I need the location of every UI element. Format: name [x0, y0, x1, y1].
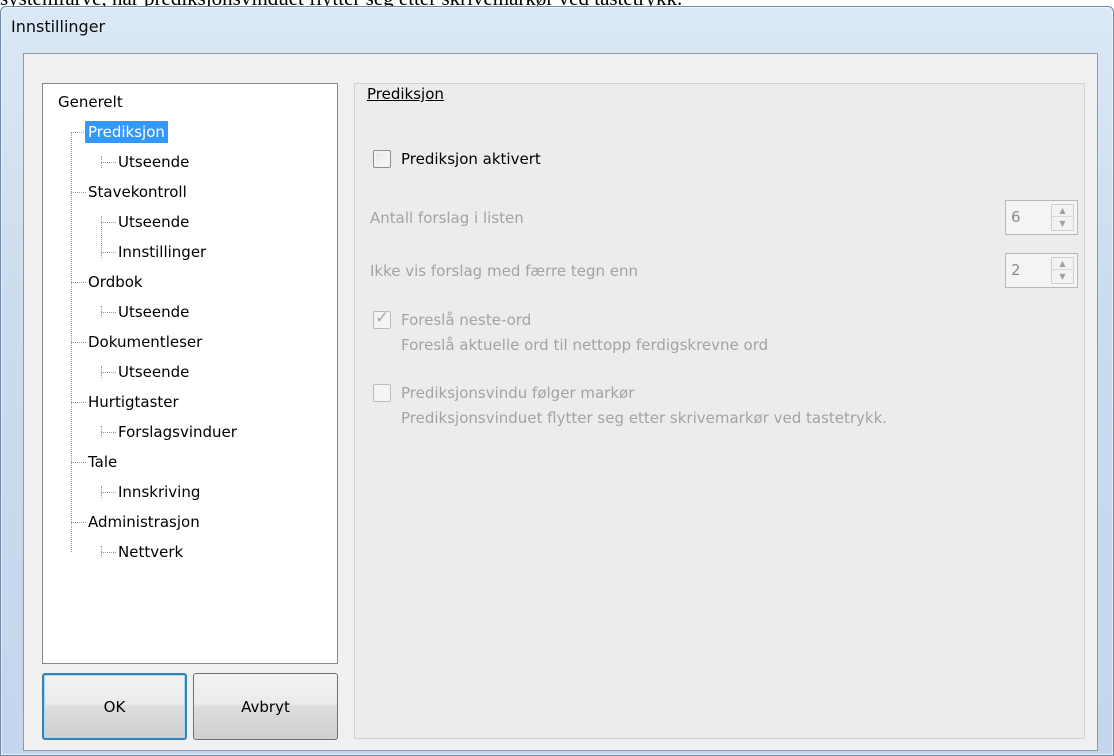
follow-cursor-description: Prediksjonsvinduet flytter seg etter skr… [401, 409, 888, 427]
prediction-enabled-checkbox[interactable] [373, 150, 391, 168]
prediction-enabled-label: Prediksjon aktivert [401, 150, 541, 168]
tree-item-forslagsvinduer[interactable]: Forslagsvinduer [115, 420, 240, 444]
tree-connector-line [101, 552, 116, 553]
tree-connector-line [101, 312, 116, 313]
tree-item-label: Innstillinger [118, 243, 207, 261]
tree-item-label: Stavekontroll [88, 183, 187, 201]
cancel-button-label: Avbryt [241, 697, 290, 716]
prediction-settings-panel: Prediksjon Prediksjon aktivert Antall fo… [354, 83, 1085, 739]
settings-dialog: Innstillinger Generelt Prediksjon Utseen… [0, 6, 1114, 756]
tree-item-stavekontroll[interactable]: Stavekontroll [85, 180, 190, 204]
min-chars-value: 2 [1011, 261, 1021, 279]
tree-connector-line [71, 132, 86, 133]
tree-item-nettverk[interactable]: Nettverk [115, 540, 186, 564]
tree-item-label: Hurtigtaster [88, 393, 179, 411]
follow-cursor-label: Prediksjonsvindu følger markør [401, 384, 635, 402]
spin-down-icon[interactable]: ▼ [1052, 218, 1073, 230]
tree-item-label: Dokumentleser [88, 333, 203, 351]
tree-item-prediksjon-utseende[interactable]: Utseende [115, 150, 192, 174]
next-word-description: Foreslå aktuelle ord til nettopp ferdigs… [401, 336, 769, 354]
tree-item-label: Prediksjon [85, 121, 168, 143]
spin-up-icon[interactable]: ▲ [1052, 258, 1073, 270]
tree-connector-line [101, 162, 116, 163]
next-word-label: Foreslå neste-ord [401, 311, 532, 329]
tree-item-dokumentleser[interactable]: Dokumentleser [85, 330, 205, 354]
tree-item-prediksjon[interactable]: Prediksjon [85, 120, 168, 144]
ok-button[interactable]: OK [42, 673, 187, 740]
min-chars-label: Ikke vis forslag med færre tegn enn [370, 262, 639, 280]
tree-connector-line [101, 432, 116, 433]
settings-tree[interactable]: Generelt Prediksjon Utseende Stavekontro… [42, 83, 338, 664]
suggestion-count-spinner[interactable]: 6 ▲ ▼ [1005, 200, 1078, 235]
section-title: Prediksjon [367, 85, 444, 103]
tree-item-label: Ordbok [88, 273, 143, 291]
tree-connector-line [71, 342, 86, 343]
tree-connector-line [71, 192, 86, 193]
tree-item-stavekontroll-utseende[interactable]: Utseende [115, 210, 192, 234]
suggestion-count-value: 6 [1011, 208, 1021, 226]
follow-cursor-checkbox[interactable] [373, 384, 391, 402]
tree-item-label: Utseende [118, 363, 190, 381]
tree-item-dokumentleser-utseende[interactable]: Utseende [115, 360, 192, 384]
cancel-button[interactable]: Avbryt [193, 673, 338, 740]
tree-item-label: Generelt [58, 93, 123, 111]
tree-item-generelt[interactable]: Generelt [55, 90, 126, 114]
tree-item-label: Administrasjon [88, 513, 200, 531]
min-chars-spinner[interactable]: 2 ▲ ▼ [1005, 253, 1078, 288]
tree-item-label: Forslagsvinduer [118, 423, 237, 441]
ok-button-label: OK [103, 697, 126, 716]
tree-connector-line [71, 522, 86, 523]
title-bar[interactable]: Innstillinger [1, 7, 1113, 47]
tree-item-innskriving[interactable]: Innskriving [115, 480, 203, 504]
tree-connector-line [101, 252, 116, 253]
spinner-arrows: ▲ ▼ [1051, 204, 1074, 231]
tree-item-tale[interactable]: Tale [85, 450, 120, 474]
spin-down-icon[interactable]: ▼ [1052, 271, 1073, 283]
tree-connector-line [71, 282, 86, 283]
checkmark-icon: ✓ [375, 308, 390, 328]
tree-connector-line [101, 222, 116, 223]
dialog-client-area: Generelt Prediksjon Utseende Stavekontro… [23, 53, 1098, 751]
next-word-checkbox[interactable]: ✓ [373, 308, 391, 329]
tree-item-ordbok-utseende[interactable]: Utseende [115, 300, 192, 324]
tree-item-ordbok[interactable]: Ordbok [85, 270, 146, 294]
tree-connector-line [71, 402, 86, 403]
tree-item-administrasjon[interactable]: Administrasjon [85, 510, 203, 534]
tree-item-label: Utseende [118, 153, 190, 171]
tree-item-label: Nettverk [118, 543, 184, 561]
tree-item-label: Utseende [118, 303, 190, 321]
suggestion-count-label: Antall forslag i listen [370, 209, 524, 227]
tree-item-label: Tale [88, 453, 118, 471]
spin-up-icon[interactable]: ▲ [1052, 205, 1073, 217]
window-title: Innstillinger [11, 17, 106, 36]
tree-connector-line [71, 462, 86, 463]
tree-item-label: Innskriving [118, 483, 201, 501]
tree-item-label: Utseende [118, 213, 190, 231]
tree-item-stavekontroll-innstillinger[interactable]: Innstillinger [115, 240, 209, 264]
tree-connector-line [101, 492, 116, 493]
tree-connector-line [101, 372, 116, 373]
spinner-arrows: ▲ ▼ [1051, 257, 1074, 284]
tree-item-hurtigtaster[interactable]: Hurtigtaster [85, 390, 182, 414]
